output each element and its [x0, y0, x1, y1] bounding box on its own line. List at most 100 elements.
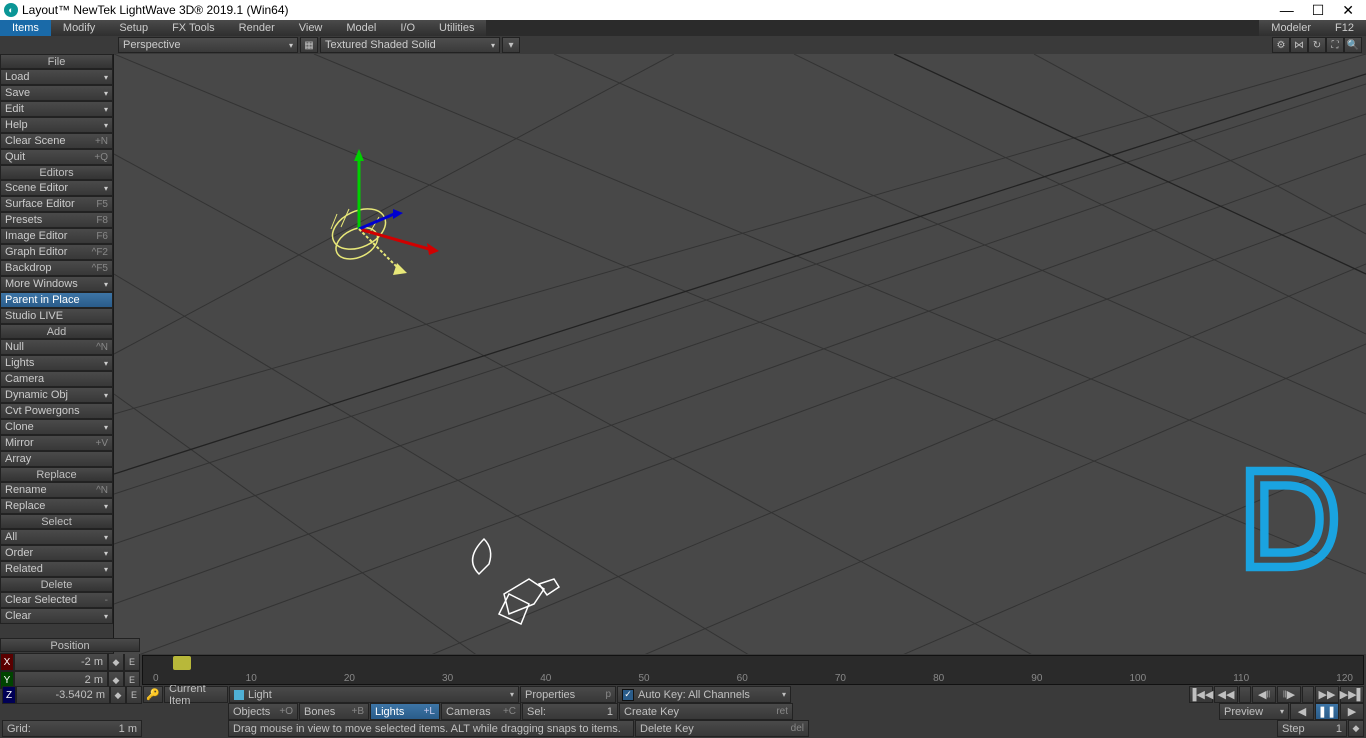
pause-preview-button[interactable]: ❚❚ [1315, 703, 1339, 720]
cameras-toggle[interactable]: Cameras+C [441, 703, 521, 720]
x-lock-icon[interactable]: ◆ [108, 653, 124, 671]
sidebar-item-clear[interactable]: Clear▾ [0, 608, 113, 624]
step-adjust-icon[interactable]: ◆ [1348, 720, 1364, 737]
f12-shortcut[interactable]: F12 [1323, 20, 1366, 36]
autokey-dropdown[interactable]: ✓Auto Key: All Channels▾ [617, 686, 791, 703]
menu-fxtools[interactable]: FX Tools [160, 20, 227, 36]
sidebar-item-rename[interactable]: Rename^N [0, 482, 113, 498]
sidebar-item-clear-scene[interactable]: Clear Scene+N [0, 133, 113, 149]
menu-render[interactable]: Render [227, 20, 287, 36]
menu-modify[interactable]: Modify [51, 20, 107, 36]
sidebar-item-order[interactable]: Order▾ [0, 545, 113, 561]
sidebar-item-lights[interactable]: Lights▾ [0, 355, 113, 371]
view-mode-label: Perspective [123, 39, 180, 51]
sidebar-item-studio-live[interactable]: Studio LIVE [0, 308, 113, 324]
position-header: Position [0, 638, 140, 652]
sidebar-item-load[interactable]: Load▾ [0, 69, 113, 85]
modeler-button[interactable]: Modeler [1259, 20, 1323, 36]
z-label: Z [2, 686, 16, 704]
z-value[interactable]: -3.5402 m [16, 686, 110, 704]
properties-button[interactable]: Propertiesp [520, 686, 616, 703]
prev-key-button[interactable]: ◀◀ [1214, 686, 1238, 703]
maximize-view-icon[interactable]: ⛶ [1326, 37, 1344, 53]
collapse-icon[interactable]: ▾ [502, 37, 520, 53]
sidebar-item-parent-in-place[interactable]: Parent in Place [0, 292, 113, 308]
sidebar-item-camera[interactable]: Camera [0, 371, 113, 387]
section-delete: Delete [0, 577, 113, 592]
x-value[interactable]: -2 m [14, 653, 108, 671]
sidebar-item-scene-editor[interactable]: Scene Editor▾ [0, 180, 113, 196]
sidebar-item-graph-editor[interactable]: Graph Editor^F2 [0, 244, 113, 260]
play-fwd-button[interactable]: ||▶ [1277, 686, 1301, 703]
maximize-button[interactable]: ☐ [1312, 2, 1325, 19]
sidebar-item-array[interactable]: Array [0, 451, 113, 467]
menu-setup[interactable]: Setup [107, 20, 160, 36]
menu-utilities[interactable]: Utilities [427, 20, 486, 36]
sidebar-item-replace[interactable]: Replace▾ [0, 498, 113, 514]
section-add: Add [0, 324, 113, 339]
delete-key-button[interactable]: Delete Keydel [635, 720, 809, 737]
sidebar-item-related[interactable]: Related▾ [0, 561, 113, 577]
viewport[interactable] [114, 54, 1366, 654]
sidebar-item-all[interactable]: All▾ [0, 529, 113, 545]
z-lock-icon[interactable]: ◆ [110, 686, 126, 704]
step-field[interactable]: Step1 [1277, 720, 1347, 737]
sel-count: Sel:1 [522, 703, 618, 720]
shading-label: Textured Shaded Solid [325, 39, 436, 51]
section-select: Select [0, 514, 113, 529]
hint-bar: Drag mouse in view to move selected item… [228, 720, 634, 737]
prev-preview-button[interactable]: ◀ [1290, 703, 1314, 720]
bones-toggle[interactable]: Bones+B [299, 703, 369, 720]
menu-items[interactable]: Items [0, 20, 51, 36]
z-env-icon[interactable]: E [126, 686, 142, 704]
left-sidebar: FileLoad▾Save▾Edit▾Help▾Clear Scene+NQui… [0, 54, 114, 654]
sidebar-item-mirror[interactable]: Mirror+V [0, 435, 113, 451]
objects-toggle[interactable]: Objects+O [228, 703, 298, 720]
sidebar-item-save[interactable]: Save▾ [0, 85, 113, 101]
sidebar-item-backdrop[interactable]: Backdrop^F5 [0, 260, 113, 276]
preview-dropdown[interactable]: Preview▾ [1219, 703, 1289, 720]
gear-icon[interactable]: ⚙ [1272, 37, 1290, 53]
bone-icon[interactable]: ⋈ [1290, 37, 1308, 53]
sidebar-item-cvt-powergons[interactable]: Cvt Powergons [0, 403, 113, 419]
sidebar-item-more-windows[interactable]: More Windows▾ [0, 276, 113, 292]
sidebar-item-image-editor[interactable]: Image EditorF6 [0, 228, 113, 244]
view-mode-dropdown[interactable]: Perspective▾ [118, 37, 298, 53]
sidebar-item-dynamic-obj[interactable]: Dynamic Obj▾ [0, 387, 113, 403]
current-item-label: Current Item [164, 686, 228, 703]
menu-io[interactable]: I/O [388, 20, 427, 36]
search-icon[interactable]: 🔍 [1344, 37, 1362, 53]
bottom-panel: Z -3.5402 m ◆ E 🔑 Current Item Light▾ Pr… [0, 686, 1366, 738]
sidebar-item-quit[interactable]: Quit+Q [0, 149, 113, 165]
grid-readout: Grid:1 m [2, 720, 142, 737]
sidebar-item-surface-editor[interactable]: Surface EditorF5 [0, 196, 113, 212]
timeline[interactable]: 0102030405060708090100110120 [142, 655, 1364, 685]
shading-dropdown[interactable]: Textured Shaded Solid▾ [320, 37, 500, 53]
sidebar-item-help[interactable]: Help▾ [0, 117, 113, 133]
sidebar-item-clone[interactable]: Clone▾ [0, 419, 113, 435]
menu-model[interactable]: Model [334, 20, 388, 36]
wireframe-icon[interactable]: ▦ [300, 37, 318, 53]
first-frame-button[interactable]: ▐◀◀ [1189, 686, 1213, 703]
x-label: X [0, 653, 14, 671]
menu-view[interactable]: View [287, 20, 335, 36]
next-preview-button[interactable]: ▶ [1340, 703, 1364, 720]
minimize-button[interactable]: — [1280, 2, 1294, 19]
key-icon[interactable]: 🔑 [143, 686, 163, 703]
last-frame-button[interactable]: ▶▶▌ [1340, 686, 1364, 703]
create-key-button[interactable]: Create Keyret [619, 703, 793, 720]
refresh-icon[interactable]: ↻ [1308, 37, 1326, 53]
close-button[interactable]: ✕ [1342, 2, 1354, 19]
section-editors: Editors [0, 165, 113, 180]
play-back-button[interactable]: ◀|| [1252, 686, 1276, 703]
title-bar: ◐ Layout™ NewTek LightWave 3D® 2019.1 (W… [0, 0, 1366, 20]
next-key-button[interactable]: ▶▶ [1315, 686, 1339, 703]
sidebar-item-presets[interactable]: PresetsF8 [0, 212, 113, 228]
sidebar-item-edit[interactable]: Edit▾ [0, 101, 113, 117]
x-env-icon[interactable]: E [124, 653, 140, 671]
lights-toggle[interactable]: Lights+L [370, 703, 440, 720]
sidebar-item-clear-selected[interactable]: Clear Selected- [0, 592, 113, 608]
current-item-dropdown[interactable]: Light▾ [229, 686, 519, 703]
sidebar-item-null[interactable]: Null^N [0, 339, 113, 355]
timeline-playhead[interactable] [173, 656, 191, 670]
